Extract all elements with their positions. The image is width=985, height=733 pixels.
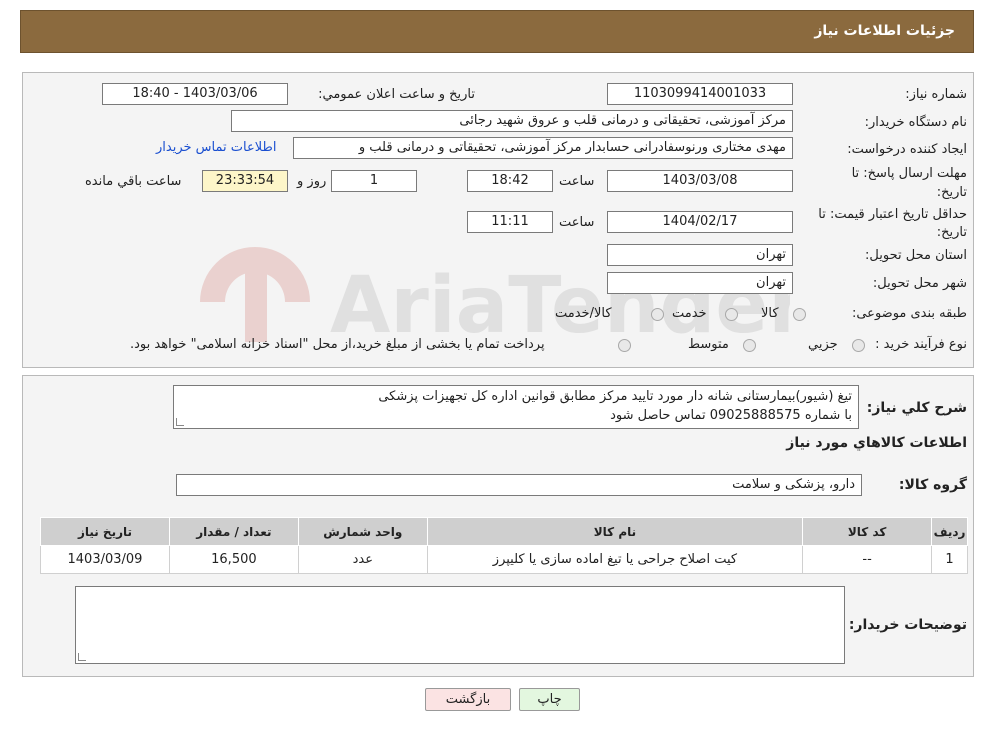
days-label: روز و bbox=[297, 174, 327, 189]
process-radio-medium[interactable] bbox=[743, 339, 756, 352]
announce-label: تاریخ و ساعت اعلان عمومي: bbox=[318, 87, 475, 102]
announce-field: 1403/03/06 - 18:40 bbox=[102, 83, 288, 105]
resize-handle-icon[interactable] bbox=[176, 418, 184, 426]
process-radio-small[interactable] bbox=[852, 339, 865, 352]
summary-label: شرح کلي نياز: bbox=[866, 400, 967, 416]
validity-time-label: ساعت bbox=[559, 215, 595, 230]
table-header-row: ردیف کد کالا نام کالا واحد شمارش تعداد /… bbox=[40, 517, 968, 546]
goods-group-field: دارو، پزشکی و سلامت bbox=[176, 474, 862, 496]
deadline-time-field: 18:42 bbox=[467, 170, 553, 192]
buyer-org-field: مرکز آموزشی، تحقیقاتی و درمانی قلب و عرو… bbox=[231, 110, 793, 132]
validity-label-2: تاریخ: bbox=[936, 225, 967, 240]
category-label: طبقه بندی موضوعی: bbox=[851, 306, 967, 321]
remaining-time-field: 23:33:54 bbox=[202, 170, 288, 192]
creator-label: ایجاد کننده درخواست: bbox=[847, 142, 967, 157]
category-option-goods-service: کالا/خدمت bbox=[555, 306, 612, 321]
col-row: ردیف bbox=[931, 517, 968, 546]
process-option-medium: متوسط bbox=[688, 337, 729, 352]
process-note: پرداخت تمام یا بخشی از مبلغ خرید،از محل … bbox=[130, 337, 545, 352]
province-label: استان محل تحویل: bbox=[865, 248, 967, 263]
buyer-org-label: نام دستگاه خریدار: bbox=[864, 115, 967, 130]
summary-textarea[interactable]: تیغ (شیور)بیمارستانی شانه دار مورد تایید… bbox=[173, 385, 859, 429]
cell-name: کیت اصلاح جراحی یا تیغ اماده سازی یا کلی… bbox=[426, 545, 804, 574]
deadline-date-field: 1403/03/08 bbox=[607, 170, 793, 192]
remaining-label: ساعت باقي مانده bbox=[85, 174, 182, 189]
deadline-label-2: تاریخ: bbox=[936, 185, 967, 200]
category-option-service: خدمت bbox=[672, 306, 707, 321]
process-option-small: جزیي bbox=[808, 337, 838, 352]
category-radio-goods-service[interactable] bbox=[651, 308, 664, 321]
province-field: تهران bbox=[607, 244, 793, 266]
col-quantity: تعداد / مقدار bbox=[168, 517, 299, 546]
need-number-label: شماره نیاز: bbox=[905, 87, 967, 102]
process-radio-treasury[interactable] bbox=[618, 339, 631, 352]
cell-code: -- bbox=[802, 545, 933, 574]
goods-table: ردیف کد کالا نام کالا واحد شمارش تعداد /… bbox=[40, 517, 968, 574]
city-label: شهر محل تحویل: bbox=[872, 276, 967, 291]
buyer-notes-textarea[interactable] bbox=[75, 586, 845, 664]
col-name: نام کالا bbox=[426, 517, 804, 546]
col-unit: واحد شمارش bbox=[297, 517, 428, 546]
resize-handle-icon[interactable] bbox=[78, 653, 86, 661]
goods-group-label: گروه کالا: bbox=[898, 477, 967, 493]
category-radio-service[interactable] bbox=[725, 308, 738, 321]
summary-line-2: با شماره 09025888575 تماس حاصل شود bbox=[610, 408, 852, 423]
table-row: 1 -- کیت اصلاح جراحی یا تیغ اماده سازی ی… bbox=[40, 545, 968, 574]
contact-info-link[interactable]: اطلاعات تماس خریدار bbox=[156, 140, 276, 155]
validity-date-field: 1404/02/17 bbox=[607, 211, 793, 233]
page-header: جزئیات اطلاعات نیاز bbox=[20, 10, 974, 53]
validity-time-field: 11:11 bbox=[467, 211, 553, 233]
buyer-notes-label: توضیحات خریدار: bbox=[848, 617, 967, 633]
need-number-field: 1103099414001033 bbox=[607, 83, 793, 105]
deadline-label: مهلت ارسال پاسخ: تا bbox=[851, 166, 967, 181]
print-button[interactable]: چاپ bbox=[519, 688, 580, 711]
validity-label: حداقل تاریخ اعتبار قیمت: تا bbox=[818, 207, 967, 222]
days-field: 1 bbox=[331, 170, 417, 192]
goods-section-title: اطلاعات کالاهاي مورد نياز bbox=[786, 435, 967, 451]
category-radio-goods[interactable] bbox=[793, 308, 806, 321]
cell-date: 1403/03/09 bbox=[40, 545, 170, 574]
col-date: تاریخ نیاز bbox=[40, 517, 170, 546]
page-title: جزئیات اطلاعات نیاز bbox=[814, 23, 955, 39]
back-button[interactable]: بازگشت bbox=[425, 688, 511, 711]
city-field: تهران bbox=[607, 272, 793, 294]
deadline-time-label: ساعت bbox=[559, 174, 595, 189]
cell-unit: عدد bbox=[297, 545, 428, 574]
summary-line-1: تیغ (شیور)بیمارستانی شانه دار مورد تایید… bbox=[378, 389, 852, 404]
category-option-goods: کالا bbox=[761, 306, 779, 321]
creator-field: مهدی مختاری ورنوسفادرانی حسابدار مرکز آم… bbox=[293, 137, 793, 159]
col-code: کد کالا bbox=[802, 517, 933, 546]
cell-quantity: 16,500 bbox=[168, 545, 299, 574]
process-label: نوع فرآیند خرید : bbox=[875, 337, 967, 352]
cell-row: 1 bbox=[931, 545, 968, 574]
